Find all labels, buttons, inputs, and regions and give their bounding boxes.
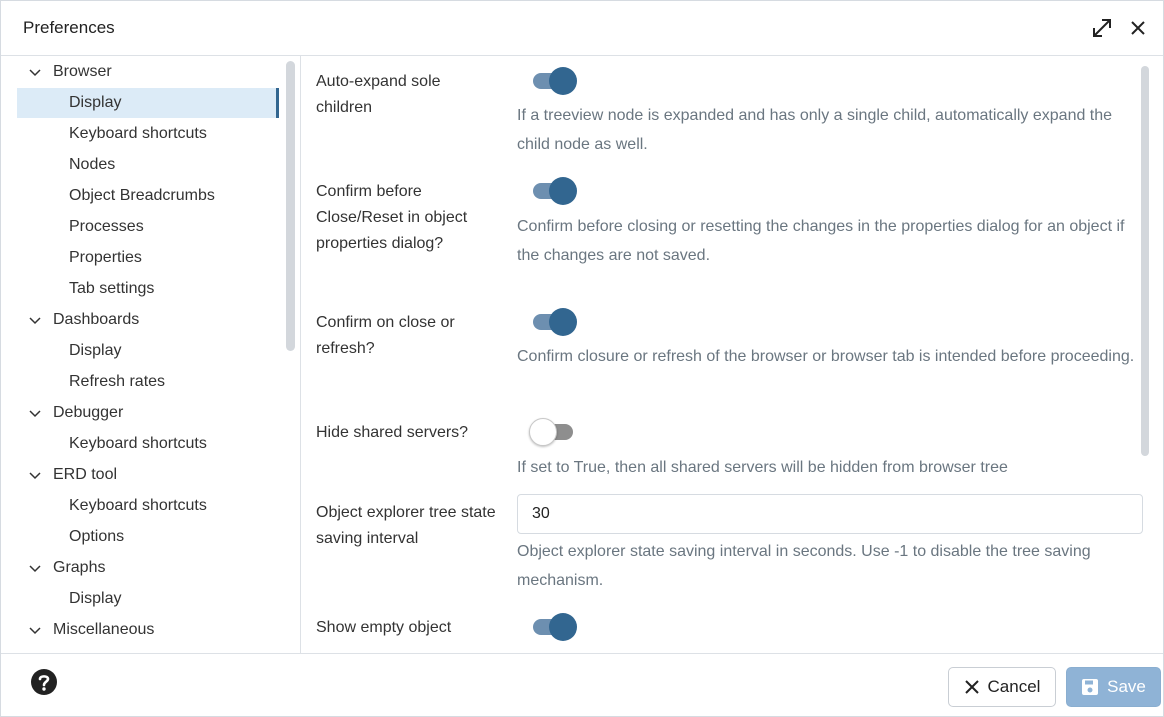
tree-group-browser[interactable]: Browser (1, 57, 281, 87)
tree-item-erd-tool-options[interactable]: Options (17, 522, 279, 552)
tree-item-debugger-keyboard-shortcuts[interactable]: Keyboard shortcuts (17, 429, 279, 459)
cancel-x-icon (964, 680, 979, 694)
sidebar-scrollbar[interactable] (286, 61, 295, 351)
tree-saving-interval-input[interactable] (517, 494, 1143, 534)
chevron-down-icon (29, 410, 41, 418)
chevron-down-icon (29, 627, 41, 635)
tree-group-erd-tool[interactable]: ERD tool (1, 460, 281, 490)
toggle-show-empty-object[interactable] (531, 612, 579, 641)
toggle-hide-shared-servers[interactable] (529, 417, 579, 446)
pref-label-show-empty-object: Show empty object (316, 619, 452, 636)
tree-group-debugger[interactable]: Debugger (1, 398, 281, 428)
pref-label-confirm-on-close: Confirm on close or refresh? (316, 314, 455, 357)
tree-group-label: Graphs (53, 559, 106, 576)
cancel-button-label: Cancel (987, 677, 1041, 696)
tree-item-erd-tool-keyboard-shortcuts[interactable]: Keyboard shortcuts (17, 491, 279, 521)
dialog-title: Preferences (23, 18, 115, 37)
chevron-down-icon (29, 69, 41, 77)
help-tree-saving-interval: Object explorer state saving interval in… (517, 543, 1091, 589)
content-scrollbar[interactable] (1141, 66, 1149, 456)
tree-group-miscellaneous[interactable]: Miscellaneous (1, 615, 281, 645)
tree-group-label: Dashboards (53, 311, 140, 328)
help-icon[interactable] (30, 668, 58, 696)
save-button[interactable]: Save (1066, 667, 1161, 707)
help-confirm-close-reset: Confirm before closing or resetting the … (517, 218, 1125, 264)
tree-group-label: ERD tool (53, 466, 118, 483)
tree-group-label: Miscellaneous (53, 621, 155, 638)
pref-label-confirm-close-reset: Confirm before Close/Reset in object pro… (316, 183, 468, 252)
chevron-down-icon (29, 472, 41, 480)
dialog-footer: Cancel Save (1, 653, 1163, 716)
save-disk-icon (1082, 679, 1099, 695)
tree-item-browser-processes[interactable]: Processes (17, 212, 279, 242)
help-hide-shared-servers: If set to True, then all shared servers … (517, 459, 1008, 476)
dialog-titlebar: Preferences (1, 1, 1163, 56)
save-button-label: Save (1107, 677, 1146, 696)
preferences-panel: Auto-expand sole children If a treeview … (301, 56, 1163, 654)
tree-item-graphs-display[interactable]: Display (17, 584, 279, 614)
tree-item-browser-object-breadcrumbs[interactable]: Object Breadcrumbs (17, 181, 279, 211)
tree-item-dashboards-refresh-rates[interactable]: Refresh rates (17, 367, 279, 397)
tree-item-browser-tab-settings[interactable]: Tab settings (17, 274, 279, 304)
expand-icon[interactable] (1089, 15, 1115, 41)
tree-item-browser-display[interactable]: Display (17, 88, 279, 118)
preferences-tree: Browser Display Keyboard shortcuts Nodes Obj… (1, 56, 301, 654)
pref-label-tree-saving-interval: Object explorer tree state saving interv… (316, 504, 496, 547)
tree-item-browser-properties[interactable]: Properties (17, 243, 279, 273)
tree-group-label: Browser (53, 63, 112, 80)
cancel-button[interactable]: Cancel (948, 667, 1056, 707)
pref-label-auto-expand: Auto-expand sole children (316, 73, 441, 116)
close-icon[interactable] (1125, 15, 1151, 41)
chevron-down-icon (29, 565, 41, 573)
preferences-dialog: Preferences Browser Display Keyboard short… (0, 0, 1164, 717)
toggle-confirm-close-reset[interactable] (531, 176, 579, 205)
tree-group-label: Debugger (53, 404, 124, 421)
tree-item-dashboards-display[interactable]: Display (17, 336, 279, 366)
chevron-down-icon (29, 317, 41, 325)
tree-item-browser-keyboard-shortcuts[interactable]: Keyboard shortcuts (17, 119, 279, 149)
toggle-confirm-on-close[interactable] (531, 307, 579, 336)
tree-group-graphs[interactable]: Graphs (1, 553, 281, 583)
pref-label-hide-shared-servers: Hide shared servers? (316, 424, 469, 441)
help-auto-expand: If a treeview node is expanded and has o… (517, 107, 1113, 153)
tree-item-browser-nodes[interactable]: Nodes (17, 150, 279, 180)
help-confirm-on-close: Confirm closure or refresh of the browse… (517, 348, 1135, 365)
toggle-auto-expand[interactable] (531, 66, 579, 95)
tree-group-dashboards[interactable]: Dashboards (1, 305, 281, 335)
